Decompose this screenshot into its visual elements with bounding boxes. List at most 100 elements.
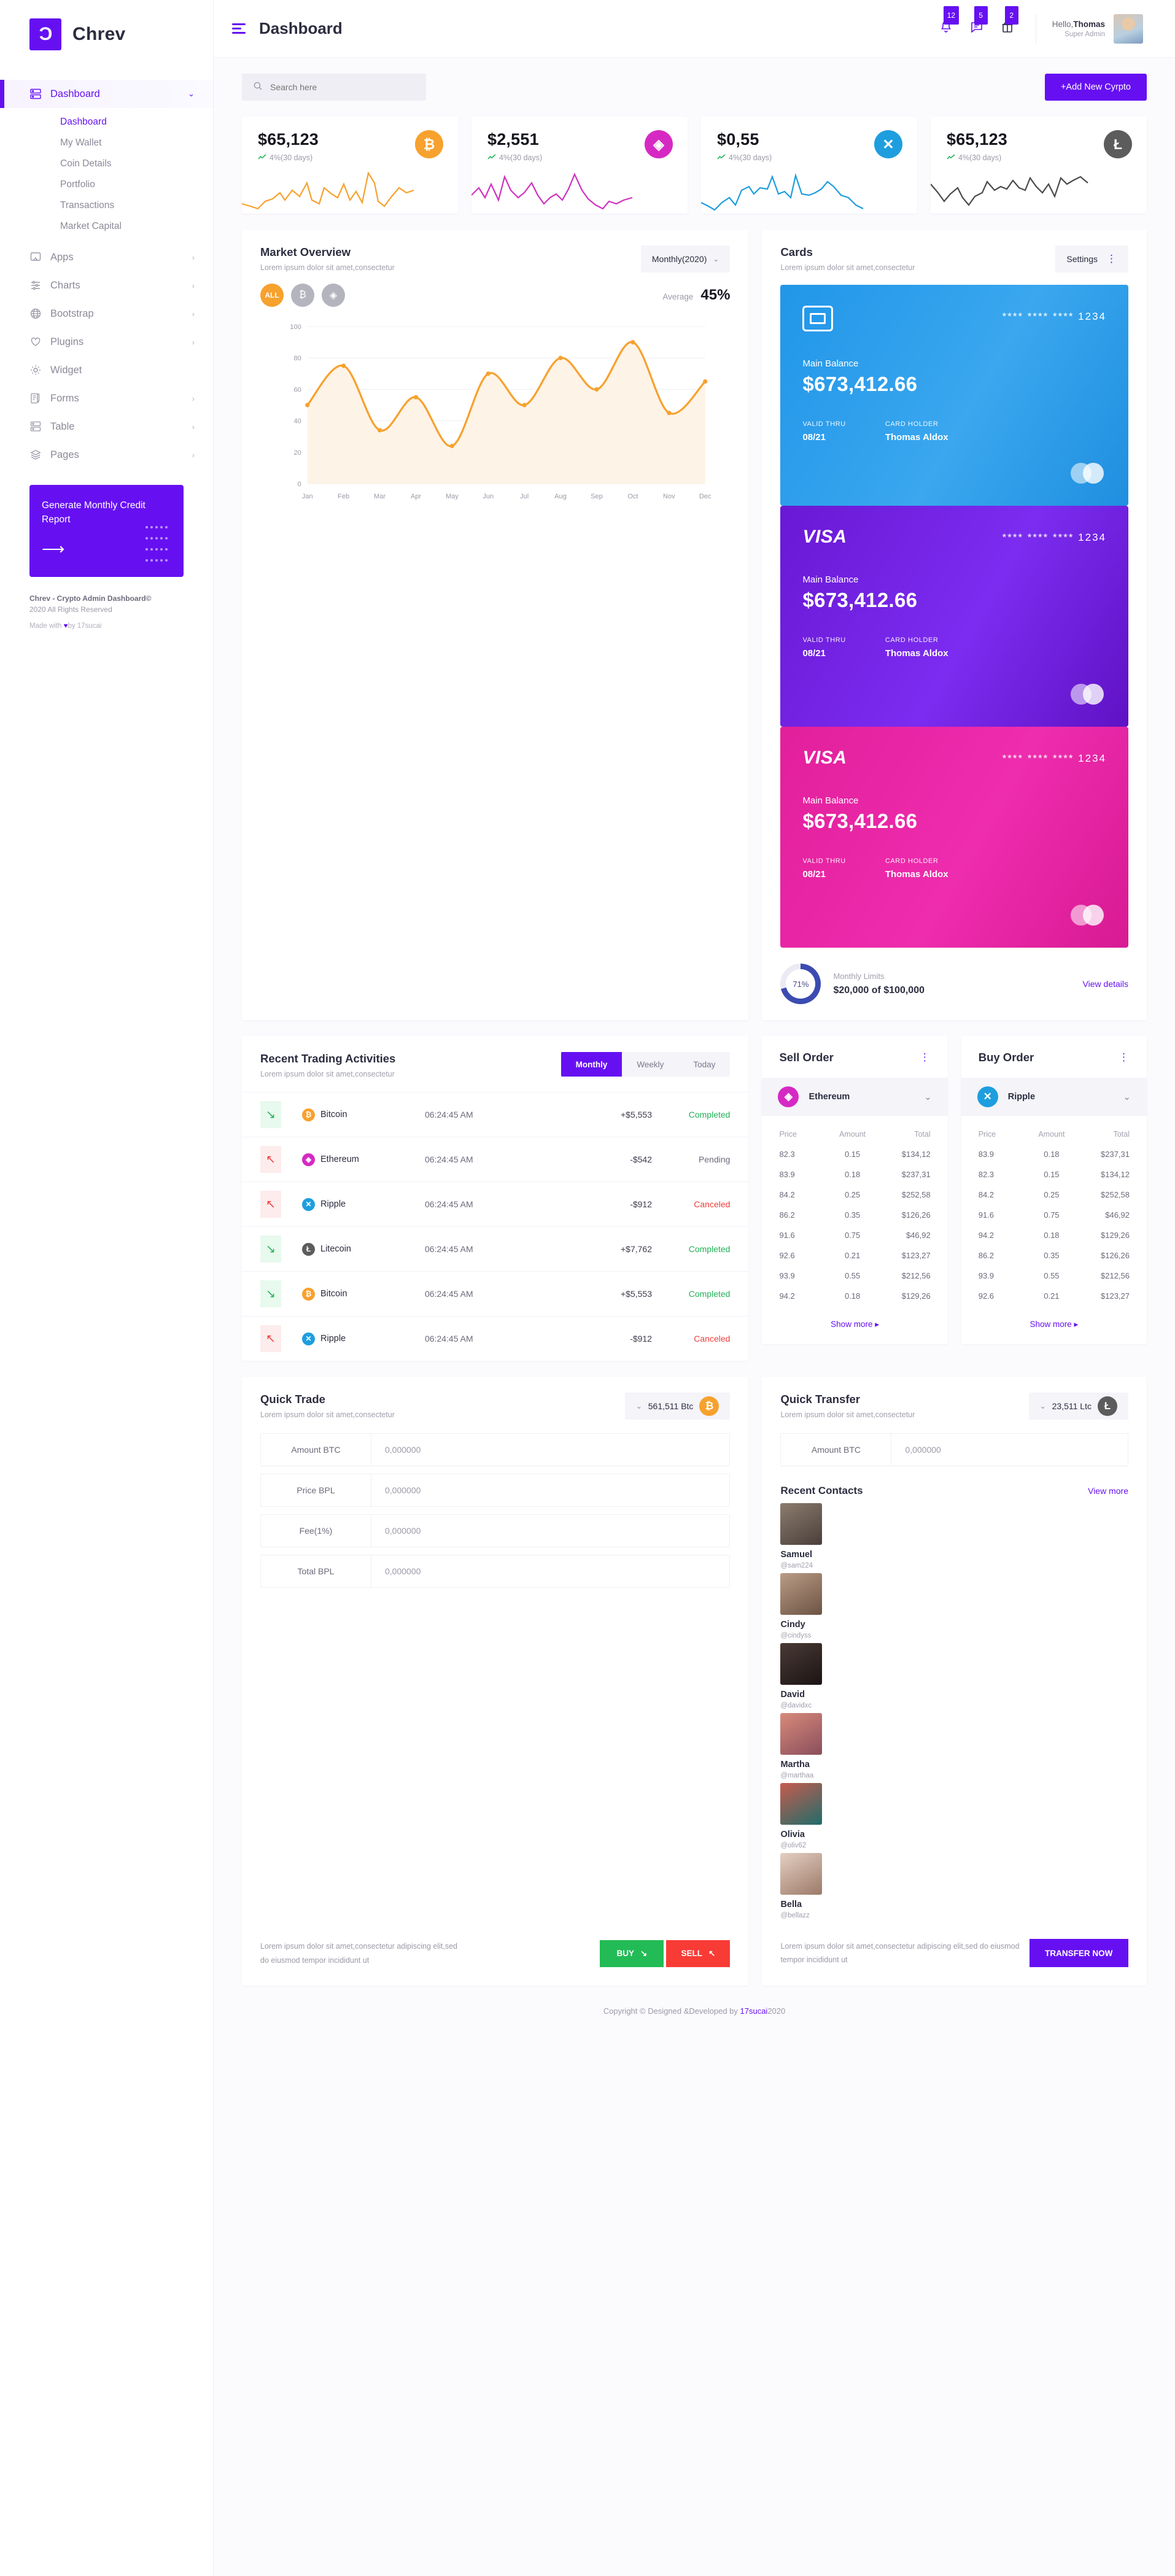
sidebar-subitem-dashboard[interactable]: Dashboard [0,112,213,133]
cards-settings-button[interactable]: Settings ⋮ [1055,246,1128,273]
visa-logo: VISA [802,748,847,768]
coin-name: Bitcoin [320,1289,347,1299]
coin-tab-ethereum[interactable]: ◈ [322,284,345,307]
credit-card-pink[interactable]: VISA **** **** **** 1234 Main Balance $6… [780,727,1128,948]
footer-link[interactable]: 17sucai [740,2006,768,2016]
price-bpl-field[interactable]: Price BPL 0,000000 [260,1474,731,1507]
credit-card-violet[interactable]: VISA **** **** **** 1234 Main Balance $6… [780,506,1128,727]
transfer-amount-field[interactable]: Amount BTC 0,000000 [780,1433,1128,1466]
fee-field[interactable]: Fee(1%) 0,000000 [260,1514,731,1547]
brand[interactable]: Ɔ Chrev [0,0,213,69]
stat-card-ethereum[interactable]: $2,551 4%(30 days) ◈ [471,117,688,214]
sidebar-item-forms[interactable]: Forms › [0,384,213,412]
sidebar-item-bootstrap[interactable]: Bootstrap › [0,300,213,328]
sidebar-subitem-transactions[interactable]: Transactions [0,195,213,216]
list-item[interactable]: Samuel @sam224 [780,1503,1128,1569]
bell-icon[interactable]: 12 [939,6,960,37]
cell-price: 91.6 [978,1210,995,1220]
stat-card-ripple[interactable]: $0,55 4%(30 days) ✕ [701,117,917,214]
sidebar-item-charts[interactable]: Charts › [0,271,213,300]
user-meta: Hello,Thomas Super Admin [1052,20,1105,38]
field-value[interactable]: 0,000000 [371,1555,729,1587]
ripple-icon: ✕ [302,1197,315,1211]
coin-tab-all[interactable]: ALL [260,284,284,307]
avatar[interactable] [1114,14,1143,44]
cell-total: $123,27 [901,1251,931,1260]
credit-card-blue[interactable]: **** **** **** 1234 Main Balance $673,41… [780,285,1128,506]
contact-name: Martha [780,1760,810,1770]
table-row[interactable]: ↖ ◈ Ethereum 06:24:45 AM -$542 Pending [242,1137,749,1182]
field-value[interactable]: 0,000000 [371,1434,729,1466]
arrow-down-right-icon: ↘ [640,1948,648,1958]
sell-button[interactable]: SELL ↖ [666,1940,731,1967]
buy-button[interactable]: BUY ↘ [600,1940,664,1967]
table-row: 84.2 0.25 $252,58 [779,1185,930,1205]
sell-show-more-link[interactable]: Show more ▸ [762,1311,947,1344]
sidebar-item-dashboard[interactable]: Dashboard ⌄ [0,80,213,108]
quick-transfer-footer: Lorem ipsum dolor sit amet,consectetur a… [762,1923,1147,1986]
arrow-right-icon[interactable]: ⟶ [42,541,64,557]
sidebar-item-table[interactable]: Table › [0,412,213,441]
table-row[interactable]: ↘ ₿ Bitcoin 06:24:45 AM +$5,553 Completed [242,1271,749,1316]
total-bpl-field[interactable]: Total BPL 0,000000 [260,1555,731,1588]
search-input[interactable] [270,82,415,92]
buy-show-more-link[interactable]: Show more ▸ [961,1311,1147,1344]
field-value[interactable]: 0,000000 [371,1474,729,1506]
greeting-prefix: Hello, [1052,19,1074,29]
promo-card[interactable]: Generate Monthly Credit Report ⟶ [29,485,184,577]
cell-price: 94.2 [978,1231,995,1240]
sidebar-item-apps[interactable]: Apps › [0,243,213,271]
quick-trade-balance-dropdown[interactable]: ⌄ 561,511 Btc ₿ [624,1393,731,1420]
sidebar-item-widget[interactable]: Widget [0,356,213,384]
list-item[interactable]: Cindy @cindyss [780,1573,1128,1639]
search-box[interactable] [242,74,426,101]
period-dropdown[interactable]: Monthly(2020) ⌄ [640,246,731,273]
table-row: 82.3 0.15 $134,12 [979,1164,1130,1185]
menu-toggle-icon[interactable] [232,23,246,34]
list-item[interactable]: Bella @bellazz [780,1853,1128,1919]
kebab-icon[interactable]: ⋮ [1119,1052,1130,1062]
user-menu[interactable]: Hello,Thomas Super Admin [1035,14,1143,44]
buy-order-coin-select[interactable]: ✕ Ripple ⌄ [961,1078,1147,1116]
sparkline-litecoin [931,176,1088,206]
tab-monthly[interactable]: Monthly [560,1052,622,1077]
sidebar-subitem-my-wallet[interactable]: My Wallet [0,133,213,153]
sidebar-subnav: Dashboard My Wallet Coin Details Portfol… [0,108,213,243]
list-item[interactable]: Martha @marthaa [780,1713,1128,1779]
list-item[interactable]: David @davidxc [780,1643,1128,1709]
list-item[interactable]: Olivia @oliv62 [780,1783,1128,1849]
stat-card-litecoin[interactable]: $65,123 4%(30 days) Ł [931,117,1147,214]
field-value[interactable]: 0,000000 [371,1515,729,1547]
stat-card-bitcoin[interactable]: $65,123 4%(30 days) ₿ [242,117,458,214]
add-new-crypto-button[interactable]: +Add New Cyrpto [1044,74,1147,101]
cell-amount: 0.18 [1044,1150,1060,1159]
message-icon[interactable]: 5 [969,6,988,37]
tab-today[interactable]: Today [678,1052,730,1077]
sidebar-subitem-market-capital[interactable]: Market Capital [0,216,213,237]
tab-weekly[interactable]: Weekly [622,1052,678,1077]
col-total: Total [1113,1130,1130,1139]
coin-tab-bitcoin[interactable]: ₿ [291,284,314,307]
sidebar-subitem-coin-details[interactable]: Coin Details [0,153,213,174]
sidebar-subitem-portfolio[interactable]: Portfolio [0,174,213,195]
transfer-now-button[interactable]: TRANSFER NOW [1029,1939,1128,1967]
row-time: 06:24:45 AM [425,1334,473,1344]
sidebar-item-plugins[interactable]: Plugins › [0,328,213,356]
page-footer: Copyright © Designed &Developed by 17suc… [242,1986,1147,2032]
table-row[interactable]: ↖ ✕ Ripple 06:24:45 AM -$912 Canceled [242,1316,749,1361]
quick-transfer-balance-dropdown[interactable]: ⌄ 23,511 Ltc Ł [1028,1393,1128,1420]
field-value[interactable]: 0,000000 [891,1434,1128,1466]
row-amount: +$5,553 [621,1289,652,1299]
kebab-icon[interactable]: ⋮ [920,1052,931,1062]
amount-btc-field[interactable]: Amount BTC 0,000000 [260,1433,731,1466]
gift-icon[interactable]: 2 [1000,6,1018,37]
table-row[interactable]: ↘ ₿ Bitcoin 06:24:45 AM +$5,553 Completed [242,1092,749,1137]
table-row[interactable]: ↖ ✕ Ripple 06:24:45 AM -$912 Canceled [242,1182,749,1226]
sidebar-item-pages[interactable]: Pages › [0,441,213,469]
contacts-view-more-link[interactable]: View more [1088,1486,1128,1496]
arrow-down-right-icon: ↘ [260,1280,281,1307]
table-row[interactable]: ↘ Ł Litecoin 06:24:45 AM +$7,762 Complete… [242,1226,749,1271]
view-details-link[interactable]: View details [1083,979,1128,989]
status-badge: Completed [688,1289,731,1299]
sell-order-coin-select[interactable]: ◈ Ethereum ⌄ [762,1078,948,1116]
